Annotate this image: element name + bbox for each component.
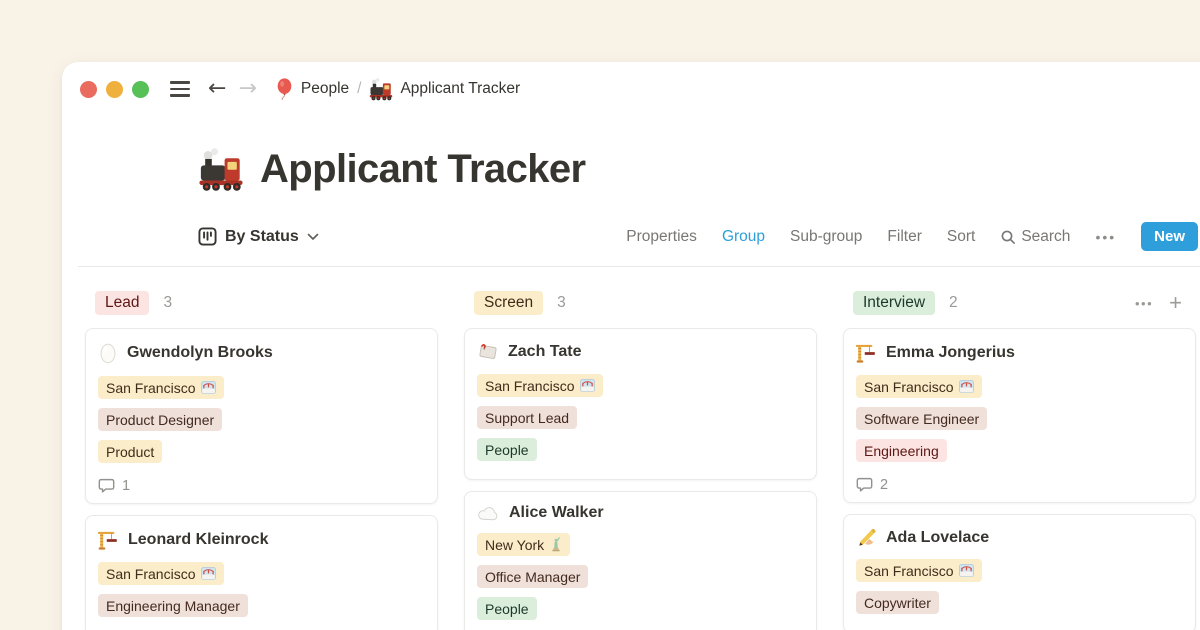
breadcrumb: People / Applicant Tracker: [275, 77, 520, 101]
applicant-name: Ada Lovelace: [886, 529, 989, 547]
role-tag: Copywriter: [856, 591, 939, 614]
column-header: Interview 2 ••• +: [843, 290, 1196, 316]
status-badge[interactable]: Lead: [95, 291, 149, 315]
balloon-icon: [275, 78, 294, 101]
role-tag: Software Engineer: [856, 407, 987, 430]
board-column-lead: Lead 3 Gwendolyn Brooks San Francisco Pr…: [85, 290, 438, 630]
view-toolbar: By Status Properties Group Sub-group Fil…: [198, 222, 1198, 251]
search-icon: [1000, 229, 1015, 244]
close-window-button[interactable]: [80, 81, 97, 98]
fog-bridge-icon: [580, 379, 595, 392]
breadcrumb-separator: /: [357, 80, 361, 98]
chevron-down-icon: [307, 233, 319, 241]
column-add-icon[interactable]: +: [1169, 293, 1182, 313]
comment-count: 1: [98, 477, 425, 494]
role-tag: Engineering Manager: [98, 594, 248, 617]
applicant-card[interactable]: Leonard Kleinrock San Francisco Engineer…: [85, 515, 438, 630]
menu-icon[interactable]: [170, 81, 190, 96]
location-tag: New York: [477, 533, 570, 556]
board-column-screen: Screen 3 Zach Tate San Francisco Support…: [464, 290, 817, 630]
fog-bridge-icon: [201, 381, 216, 394]
board-view-icon: [198, 227, 217, 246]
applicant-name: Leonard Kleinrock: [128, 531, 268, 549]
location-tag: San Francisco: [477, 374, 603, 397]
breadcrumb-item-applicant-tracker[interactable]: Applicant Tracker: [400, 80, 520, 98]
cloud-icon: [477, 505, 500, 521]
toolbar-item-properties[interactable]: Properties: [626, 228, 697, 246]
toolbar-divider: [78, 266, 1200, 267]
crane-icon: [856, 341, 877, 364]
view-switcher[interactable]: By Status: [198, 227, 319, 246]
role-tag: Office Manager: [477, 565, 588, 588]
applicant-name: Zach Tate: [508, 343, 582, 361]
location-tag: San Francisco: [856, 559, 982, 582]
applicant-card[interactable]: Gwendolyn Brooks San Francisco Product D…: [85, 328, 438, 504]
role-tag: Support Lead: [477, 406, 577, 429]
fog-bridge-icon: [959, 564, 974, 577]
applicant-name: Emma Jongerius: [886, 344, 1015, 362]
comment-icon: [98, 477, 115, 494]
more-options-icon[interactable]: •••: [1095, 229, 1116, 245]
back-arrow-icon[interactable]: ←: [208, 78, 226, 100]
column-count: 2: [949, 294, 958, 312]
crane-icon: [98, 528, 119, 551]
egg-icon: [98, 341, 118, 365]
team-tag: People: [477, 438, 537, 461]
applicant-name: Alice Walker: [509, 504, 604, 522]
page-header: Applicant Tracker: [198, 146, 1200, 192]
top-bar: ← → People / Applicant Tracker: [80, 76, 1200, 102]
comment-count: 2: [856, 476, 1183, 493]
toolbar-item-subgroup[interactable]: Sub-group: [790, 228, 862, 246]
page-title[interactable]: Applicant Tracker: [260, 147, 585, 192]
app-window: ← → People / Applicant Tracker Applicant…: [62, 62, 1200, 630]
fog-bridge-icon: [959, 380, 974, 393]
toolbar-item-group[interactable]: Group: [722, 228, 765, 246]
applicant-card[interactable]: Zach Tate San Francisco Support Lead Peo…: [464, 328, 817, 480]
kanban-board: Lead 3 Gwendolyn Brooks San Francisco Pr…: [85, 290, 1200, 630]
column-count: 3: [557, 294, 566, 312]
view-name: By Status: [225, 228, 299, 246]
toolbar-item-sort[interactable]: Sort: [947, 228, 975, 246]
locomotive-icon[interactable]: [198, 146, 244, 192]
applicant-card[interactable]: Alice Walker New York Office Manager Peo…: [464, 491, 817, 630]
board-column-interview: Interview 2 ••• + Emma Jongerius San Fra…: [843, 290, 1196, 630]
applicant-card[interactable]: Ada Lovelace San Francisco Copywriter: [843, 514, 1196, 630]
location-tag: San Francisco: [856, 375, 982, 398]
toolbar-item-filter[interactable]: Filter: [887, 228, 921, 246]
search-label: Search: [1021, 228, 1070, 246]
column-header: Screen 3: [464, 290, 817, 316]
column-count: 3: [163, 294, 172, 312]
status-badge[interactable]: Screen: [474, 291, 543, 315]
breadcrumb-item-people[interactable]: People: [301, 80, 349, 98]
role-tag: Product Designer: [98, 408, 222, 431]
team-tag: Product: [98, 440, 162, 463]
writing-hand-icon: [856, 527, 877, 548]
locomotive-icon: [369, 77, 393, 101]
minimize-window-button[interactable]: [106, 81, 123, 98]
team-tag: People: [477, 597, 537, 620]
applicant-name: Gwendolyn Brooks: [127, 344, 273, 362]
zoom-window-button[interactable]: [132, 81, 149, 98]
statue-of-liberty-icon: [550, 537, 562, 552]
applicant-card[interactable]: Emma Jongerius San Francisco Software En…: [843, 328, 1196, 503]
new-button[interactable]: New: [1141, 222, 1198, 251]
column-more-icon[interactable]: •••: [1135, 296, 1153, 311]
status-badge[interactable]: Interview: [853, 291, 935, 315]
search-button[interactable]: Search: [1000, 228, 1070, 246]
forward-arrow-icon[interactable]: →: [238, 78, 256, 100]
location-tag: San Francisco: [98, 562, 224, 585]
column-header: Lead 3: [85, 290, 438, 316]
fog-bridge-icon: [201, 567, 216, 580]
team-tag: Engineering: [856, 439, 947, 462]
location-tag: San Francisco: [98, 376, 224, 399]
comment-icon: [856, 476, 873, 493]
label-icon: [477, 341, 499, 363]
